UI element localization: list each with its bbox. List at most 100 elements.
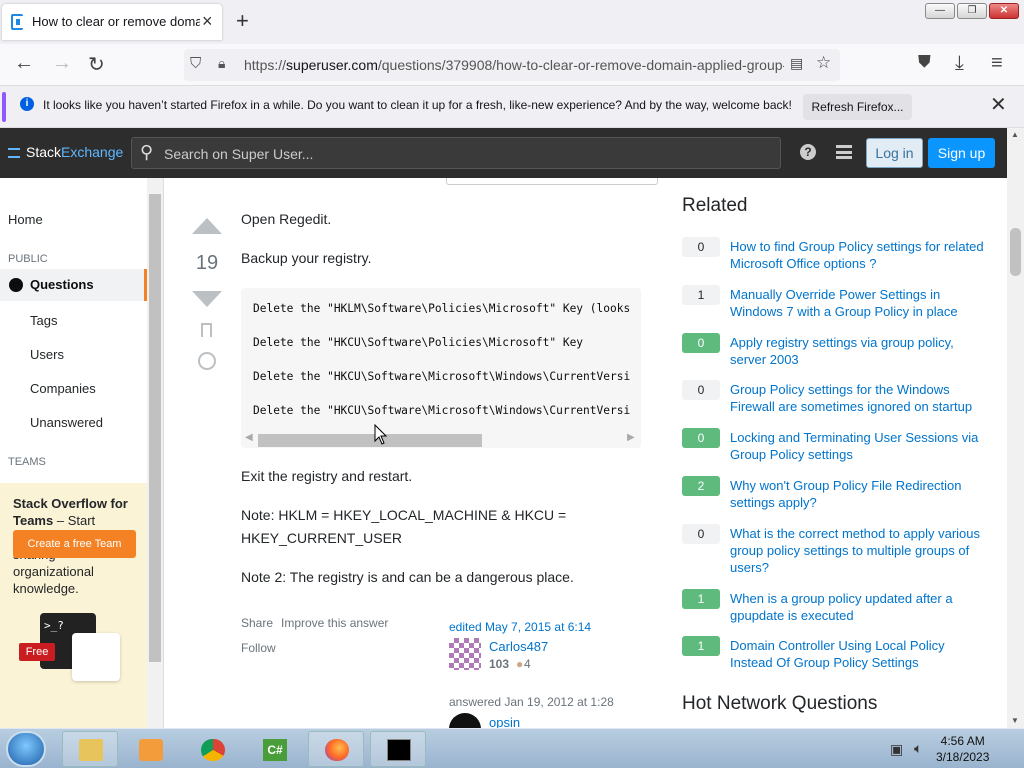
shield-icon[interactable]: ⛉ [190,55,201,72]
start-button[interactable] [6,731,46,767]
edited-timestamp[interactable]: edited May 7, 2015 at 6:14 [449,620,591,634]
forward-arrow-icon[interactable]: → [52,52,72,75]
pocket-icon[interactable]: ⛊ [918,52,931,72]
network-icon[interactable]: ▣ [890,741,903,758]
taskbar-media-player[interactable] [122,731,178,767]
answer-count: 0 [682,237,720,257]
related-question-link[interactable]: How to find Group Policy settings for re… [730,238,990,272]
login-button[interactable]: Log in [866,138,923,168]
bookmark-star-icon[interactable]: ☆ [816,53,831,73]
answer-count-accepted: 2 [682,476,720,496]
sidebar-item-unanswered[interactable]: Unanswered [30,415,103,430]
minimize-button[interactable]: — [925,3,955,19]
folder-icon [79,739,103,761]
reader-view-icon[interactable]: ▤ [790,55,803,72]
sidebar-item-users[interactable]: Users [30,347,64,362]
signup-button[interactable]: Sign up [928,138,995,168]
upvote-arrow-icon[interactable] [192,218,222,234]
answer-count: 1 [682,285,720,305]
related-question-link[interactable]: Group Policy settings for the Windows Fi… [730,381,990,415]
sidebar-public-header: PUBLIC [8,253,48,265]
tab-active[interactable]: How to clear or remove domain-applied gr… [2,4,222,40]
superuser-favicon-icon [11,14,23,30]
menu-icon[interactable]: ≡ [991,52,1003,75]
lock-icon[interactable]: 🔒︎ [218,55,225,72]
window-close-button[interactable]: ✕ [989,3,1019,19]
site-search-input[interactable]: ⚲ Search on Super User... [131,137,781,169]
teams-promo: Stack Overflow for Teams – Start collabo… [0,483,147,728]
create-team-button[interactable]: Create a free Team [13,530,136,558]
sidebar-scrollbar[interactable] [147,178,163,728]
answerer-avatar[interactable] [449,713,481,728]
tab-title: How to clear or remove domain-applied gr… [32,14,200,29]
related-question-link[interactable]: Apply registry settings via group policy… [730,334,990,368]
taskbar-csharp[interactable]: C# [246,731,302,767]
notification-close-icon[interactable]: ✕ [990,92,1007,117]
scroll-left-icon[interactable]: ◀ [245,432,253,443]
share-link[interactable]: Share [241,616,273,630]
new-tab-button[interactable]: + [236,8,249,34]
sidebar-scrollbar-thumb[interactable] [149,194,161,662]
code-scrollbar-thumb[interactable] [258,434,482,447]
improve-answer-link[interactable]: Improve this answer [281,616,388,630]
terminal-icon [387,739,411,761]
bookmark-icon[interactable] [201,323,212,337]
teams-illustration-list [72,633,120,681]
search-icon: ⚲ [140,142,154,162]
stackexchange-logo[interactable]: StackExchange [8,144,123,160]
related-question-link[interactable]: What is the correct method to apply vari… [730,525,990,576]
refresh-firefox-button[interactable]: Refresh Firefox... [803,94,912,120]
page-scrollbar[interactable]: ▲ ▼ [1007,128,1024,728]
taskbar-cmd[interactable] [370,731,426,767]
logo-stack-text: Stack [26,144,62,160]
sidebar-item-home[interactable]: Home [8,212,43,227]
help-icon[interactable]: ? [800,144,816,160]
url-bar[interactable]: ⛉ 🔒︎ https://superuser.com/questions/379… [184,49,840,81]
editor-reputation: 103 [489,657,510,671]
related-heading: Related [682,195,748,216]
answer-count-accepted: 1 [682,589,720,609]
tab-close-icon[interactable]: × [202,11,213,32]
page-scrollbar-thumb[interactable] [1010,228,1021,276]
url-path: /questions/379908/how-to-clear-or-remove… [377,57,784,73]
sidebar-item-tags[interactable]: Tags [30,313,57,328]
scroll-down-icon[interactable]: ▼ [1011,716,1019,725]
answer-paragraph: Backup your registry. [241,250,372,266]
follow-link[interactable]: Follow [241,641,276,655]
related-question-link[interactable]: When is a group policy updated after a g… [730,590,990,624]
answer-paragraph: Exit the registry and restart. [241,468,413,484]
site-switcher-icon[interactable] [836,145,852,159]
sidebar-item-questions[interactable]: Questions [0,269,147,301]
taskbar-firefox[interactable] [308,731,364,767]
related-question-link[interactable]: Why won't Group Policy File Redirection … [730,477,990,511]
editor-name[interactable]: Carlos487 [489,639,548,654]
search-placeholder: Search on Super User... [164,146,314,162]
url-domain: superuser.com [286,57,378,73]
back-arrow-icon[interactable]: ← [14,52,34,75]
answer-count: 0 [682,524,720,544]
code-block: Delete the "HKLM\Software\Policies\Micro… [241,288,641,448]
logo-exchange-text: Exchange [61,144,124,160]
related-question-link[interactable]: Domain Controller Using Local Policy Ins… [730,637,990,671]
answerer-name[interactable]: opsin [489,715,520,728]
maximize-button[interactable]: ❐ [957,3,987,19]
mouse-cursor-icon [374,424,388,445]
code-line: Delete the "HKCU\Software\Policies\Micro… [253,336,584,349]
related-question-link[interactable]: Locking and Terminating User Sessions vi… [730,429,990,463]
sidebar-item-companies[interactable]: Companies [30,381,96,396]
scroll-right-icon[interactable]: ▶ [627,432,635,443]
history-icon[interactable] [198,352,216,370]
answer-count-accepted: 1 [682,636,720,656]
volume-icon[interactable]: 🔈︎ [914,740,922,757]
editor-avatar[interactable] [449,638,481,670]
related-question-link[interactable]: Manually Override Power Settings in Wind… [730,286,990,320]
downloads-icon[interactable]: ⤓ [955,52,964,75]
scroll-up-icon[interactable]: ▲ [1011,130,1019,139]
downvote-arrow-icon[interactable] [192,291,222,307]
taskbar-explorer[interactable] [62,731,118,767]
taskbar-chrome[interactable] [184,731,240,767]
reload-icon[interactable]: ↻ [88,52,105,77]
code-horizontal-scrollbar[interactable]: ◀ ▶ [241,429,641,448]
code-line: Delete the "HKLM\Software\Policies\Micro… [253,302,631,315]
system-clock[interactable]: 4:56 AM 3/18/2023 [936,733,989,765]
